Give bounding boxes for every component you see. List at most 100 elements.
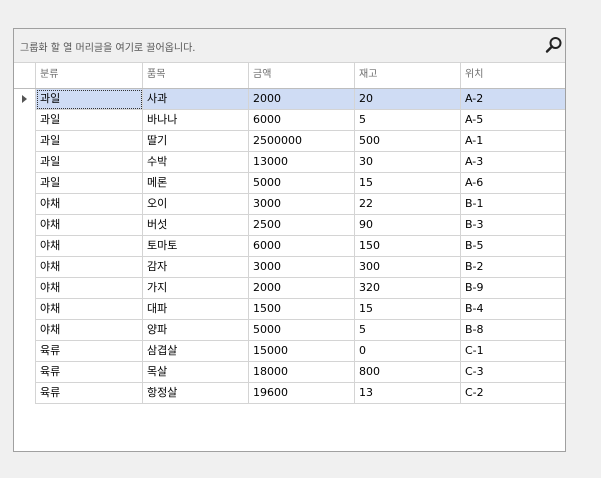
- row-indicator[interactable]: [14, 362, 36, 383]
- cell-stock[interactable]: 320: [355, 278, 461, 299]
- cell-location[interactable]: B-9: [461, 278, 565, 299]
- cell-price[interactable]: 13000: [249, 152, 355, 173]
- cell-price[interactable]: 2000: [249, 89, 355, 110]
- row-indicator[interactable]: [14, 215, 36, 236]
- cell-category[interactable]: 야채: [36, 299, 143, 320]
- cell-category[interactable]: 야채: [36, 257, 143, 278]
- cell-category[interactable]: 육류: [36, 383, 143, 404]
- table-row[interactable]: 야채 토마토 6000 150 B-5: [14, 236, 565, 257]
- cell-price[interactable]: 5000: [249, 173, 355, 194]
- cell-location[interactable]: B-3: [461, 215, 565, 236]
- cell-category[interactable]: 과일: [36, 110, 143, 131]
- cell-stock[interactable]: 20: [355, 89, 461, 110]
- cell-category[interactable]: 과일: [36, 152, 143, 173]
- cell-price[interactable]: 6000: [249, 236, 355, 257]
- table-row[interactable]: 과일 딸기 2500000 500 A-1: [14, 131, 565, 152]
- cell-item[interactable]: 토마토: [143, 236, 249, 257]
- cell-category[interactable]: 과일: [36, 89, 143, 110]
- table-row[interactable]: 육류 삼겹살 15000 0 C-1: [14, 341, 565, 362]
- cell-price[interactable]: 2000: [249, 278, 355, 299]
- row-indicator[interactable]: [14, 236, 36, 257]
- cell-item[interactable]: 수박: [143, 152, 249, 173]
- cell-category[interactable]: 야채: [36, 236, 143, 257]
- cell-item[interactable]: 버섯: [143, 215, 249, 236]
- cell-price[interactable]: 19600: [249, 383, 355, 404]
- cell-location[interactable]: A-3: [461, 152, 565, 173]
- column-header-stock[interactable]: 재고: [355, 63, 461, 88]
- cell-item[interactable]: 가지: [143, 278, 249, 299]
- row-indicator[interactable]: [14, 383, 36, 404]
- table-row[interactable]: 육류 항정살 19600 13 C-2: [14, 383, 565, 404]
- cell-location[interactable]: C-1: [461, 341, 565, 362]
- row-indicator[interactable]: [14, 89, 36, 110]
- row-indicator[interactable]: [14, 194, 36, 215]
- row-indicator[interactable]: [14, 257, 36, 278]
- cell-price[interactable]: 1500: [249, 299, 355, 320]
- table-row[interactable]: 육류 목살 18000 800 C-3: [14, 362, 565, 383]
- row-indicator[interactable]: [14, 341, 36, 362]
- cell-location[interactable]: A-2: [461, 89, 565, 110]
- cell-category[interactable]: 육류: [36, 362, 143, 383]
- data-grid[interactable]: 그룹화 할 열 머리글을 여기로 끌어옵니다. 분류 품목 금액 재고 위치 과…: [13, 28, 566, 452]
- cell-stock[interactable]: 30: [355, 152, 461, 173]
- cell-stock[interactable]: 800: [355, 362, 461, 383]
- cell-category[interactable]: 과일: [36, 131, 143, 152]
- table-row[interactable]: 야채 감자 3000 300 B-2: [14, 257, 565, 278]
- cell-price[interactable]: 3000: [249, 257, 355, 278]
- cell-price[interactable]: 15000: [249, 341, 355, 362]
- cell-item[interactable]: 오이: [143, 194, 249, 215]
- cell-location[interactable]: A-6: [461, 173, 565, 194]
- cell-item[interactable]: 딸기: [143, 131, 249, 152]
- cell-item[interactable]: 항정살: [143, 383, 249, 404]
- cell-location[interactable]: A-5: [461, 110, 565, 131]
- cell-price[interactable]: 2500: [249, 215, 355, 236]
- cell-price[interactable]: 6000: [249, 110, 355, 131]
- cell-location[interactable]: B-1: [461, 194, 565, 215]
- cell-stock[interactable]: 22: [355, 194, 461, 215]
- row-indicator[interactable]: [14, 320, 36, 341]
- cell-item[interactable]: 삼겹살: [143, 341, 249, 362]
- cell-stock[interactable]: 15: [355, 299, 461, 320]
- cell-location[interactable]: B-4: [461, 299, 565, 320]
- cell-category[interactable]: 육류: [36, 341, 143, 362]
- cell-stock[interactable]: 500: [355, 131, 461, 152]
- cell-stock[interactable]: 0: [355, 341, 461, 362]
- cell-stock[interactable]: 150: [355, 236, 461, 257]
- cell-category[interactable]: 야채: [36, 215, 143, 236]
- cell-item[interactable]: 바나나: [143, 110, 249, 131]
- column-header-category[interactable]: 분류: [36, 63, 143, 88]
- table-row[interactable]: 과일 바나나 6000 5 A-5: [14, 110, 565, 131]
- table-row[interactable]: 과일 사과 2000 20 A-2: [14, 89, 565, 110]
- cell-location[interactable]: C-3: [461, 362, 565, 383]
- cell-stock[interactable]: 300: [355, 257, 461, 278]
- table-row[interactable]: 야채 양파 5000 5 B-8: [14, 320, 565, 341]
- table-row[interactable]: 야채 대파 1500 15 B-4: [14, 299, 565, 320]
- row-indicator[interactable]: [14, 131, 36, 152]
- cell-item[interactable]: 대파: [143, 299, 249, 320]
- cell-category[interactable]: 야채: [36, 194, 143, 215]
- row-indicator[interactable]: [14, 110, 36, 131]
- column-header-item[interactable]: 품목: [143, 63, 249, 88]
- cell-stock[interactable]: 90: [355, 215, 461, 236]
- cell-location[interactable]: B-2: [461, 257, 565, 278]
- table-row[interactable]: 야채 가지 2000 320 B-9: [14, 278, 565, 299]
- cell-price[interactable]: 18000: [249, 362, 355, 383]
- cell-price[interactable]: 2500000: [249, 131, 355, 152]
- row-indicator[interactable]: [14, 173, 36, 194]
- cell-category[interactable]: 야채: [36, 278, 143, 299]
- cell-stock[interactable]: 5: [355, 320, 461, 341]
- cell-price[interactable]: 5000: [249, 320, 355, 341]
- table-row[interactable]: 과일 메론 5000 15 A-6: [14, 173, 565, 194]
- cell-stock[interactable]: 5: [355, 110, 461, 131]
- group-panel[interactable]: 그룹화 할 열 머리글을 여기로 끌어옵니다.: [14, 29, 565, 63]
- cell-location[interactable]: B-5: [461, 236, 565, 257]
- column-header-location[interactable]: 위치: [461, 63, 565, 88]
- cell-stock[interactable]: 15: [355, 173, 461, 194]
- table-row[interactable]: 과일 수박 13000 30 A-3: [14, 152, 565, 173]
- cell-item[interactable]: 감자: [143, 257, 249, 278]
- row-indicator[interactable]: [14, 278, 36, 299]
- cell-price[interactable]: 3000: [249, 194, 355, 215]
- cell-category[interactable]: 과일: [36, 173, 143, 194]
- row-indicator[interactable]: [14, 152, 36, 173]
- cell-stock[interactable]: 13: [355, 383, 461, 404]
